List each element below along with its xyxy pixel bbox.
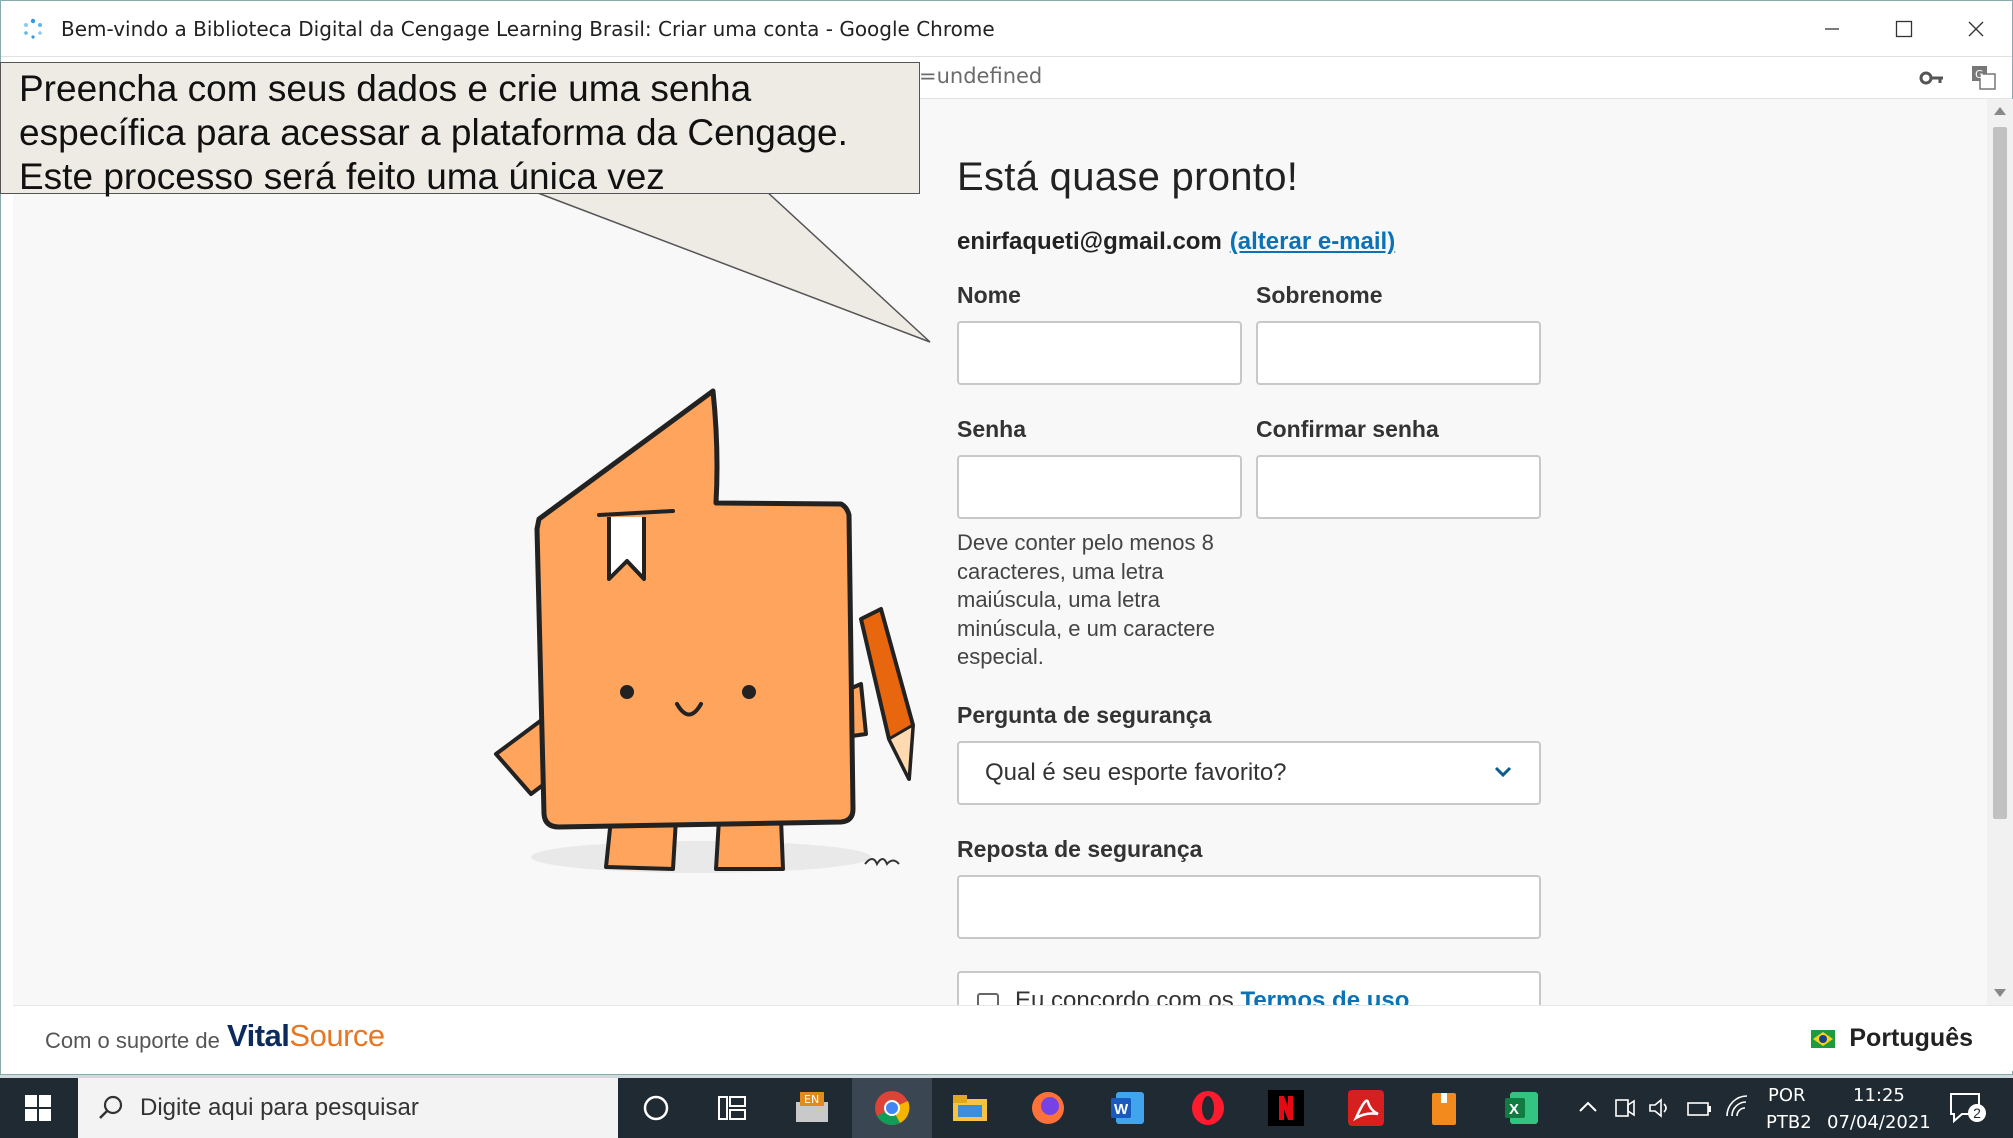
- account-email: enirfaqueti@gmail.com: [957, 228, 1222, 255]
- task-view-icon[interactable]: [712, 1088, 752, 1128]
- firefox-icon[interactable]: [1028, 1088, 1068, 1128]
- page-heading: Está quase pronto!: [957, 155, 1299, 199]
- language-label: Português: [1849, 1024, 1973, 1052]
- security-question-label: Pergunta de segurança: [957, 702, 1212, 728]
- page-footer: Com o suporte de VitalSource Português: [13, 1005, 2013, 1071]
- netflix-icon[interactable]: [1266, 1088, 1306, 1128]
- callout-join: [532, 189, 763, 193]
- password-hint: Deve conter pelo menos 8 caracteres, uma…: [957, 529, 1247, 672]
- change-email-link[interactable]: (alterar e-mail): [1230, 228, 1395, 255]
- close-button[interactable]: [1940, 1, 2012, 57]
- translate-icon[interactable]: G: [1971, 65, 1997, 91]
- mascot-illustration: [494, 388, 915, 873]
- password-field[interactable]: [957, 455, 1242, 519]
- logo-source: Source: [289, 1018, 385, 1053]
- page-scrollbar[interactable]: [1987, 99, 2013, 1005]
- terms-text: Eu concordo com os Termos de uso: [1015, 987, 1409, 1005]
- svg-text:X: X: [1509, 1101, 1519, 1118]
- svg-text:W: W: [1114, 1101, 1129, 1118]
- notification-count-badge: 2: [1968, 1104, 1986, 1122]
- callout-line: Preencha com seus dados e crie uma senha: [19, 68, 752, 109]
- powered-by-text: Com o suporte de: [45, 1028, 220, 1053]
- signup-form: Está quase pronto! enirfaqueti@gmail.com…: [957, 155, 1557, 256]
- password-hint-line: caracteres, uma letra: [957, 558, 1164, 584]
- first-name-label: Nome: [957, 282, 1021, 308]
- password-hint-line: minúscula, e um caractere: [957, 615, 1215, 641]
- terms-checkbox[interactable]: [977, 993, 999, 1005]
- search-placeholder: Digite aqui para pesquisar: [140, 1094, 419, 1121]
- chevron-down-icon: [1494, 766, 1512, 778]
- word-icon[interactable]: W: [1108, 1088, 1148, 1128]
- cortana-icon[interactable]: [636, 1088, 676, 1128]
- chrome-icon[interactable]: [872, 1088, 912, 1128]
- chevron-up-icon[interactable]: [1578, 1100, 1598, 1114]
- first-name-field[interactable]: [957, 321, 1242, 385]
- vitalsource-logo[interactable]: VitalSource: [227, 1018, 385, 1054]
- password-hint-line: maiúscula, uma letra: [957, 587, 1160, 612]
- language-bar-icon[interactable]: EN: [792, 1088, 832, 1128]
- security-question-select[interactable]: Qual é seu esporte favorito?: [957, 741, 1541, 805]
- confirm-password-label: Confirmar senha: [1256, 416, 1439, 442]
- security-answer-field[interactable]: [957, 875, 1541, 939]
- input-language[interactable]: POR: [1768, 1085, 1806, 1106]
- confirm-password-field[interactable]: [1256, 455, 1541, 519]
- maximize-icon: [1895, 20, 1913, 38]
- acrobat-icon[interactable]: [1346, 1088, 1386, 1128]
- email-line: enirfaqueti@gmail.com (alterar e-mail): [957, 228, 1557, 256]
- last-name-field[interactable]: [1256, 321, 1541, 385]
- svg-text:G: G: [1975, 68, 1984, 81]
- security-question-value: Qual é seu esporte favorito?: [985, 759, 1287, 786]
- clock-time[interactable]: 11:25: [1853, 1085, 1905, 1106]
- maximize-button[interactable]: [1868, 1, 1940, 57]
- meeting-icon[interactable]: [1614, 1096, 1636, 1120]
- minimize-icon: [1825, 28, 1839, 30]
- key-icon[interactable]: [1919, 67, 1945, 89]
- scroll-down-arrow-icon[interactable]: [1994, 989, 2006, 997]
- clock-date[interactable]: 07/04/2021: [1827, 1112, 1931, 1133]
- password-label: Senha: [957, 416, 1027, 442]
- battery-icon[interactable]: [1686, 1096, 1712, 1120]
- start-button[interactable]: [0, 1078, 76, 1138]
- volume-icon[interactable]: [1648, 1096, 1672, 1120]
- books-app-icon[interactable]: [1424, 1088, 1464, 1128]
- notifications-button[interactable]: 2: [1948, 1090, 1988, 1126]
- wifi-icon[interactable]: [1724, 1094, 1750, 1120]
- terms-link[interactable]: Termos de uso: [1240, 987, 1409, 1005]
- keyboard-layout[interactable]: PTB2: [1766, 1112, 1812, 1133]
- language-selector[interactable]: Português: [1811, 1024, 1973, 1053]
- en-badge: EN: [804, 1093, 819, 1106]
- scroll-up-arrow-icon[interactable]: [1994, 107, 2006, 115]
- close-icon: [1968, 21, 1984, 37]
- brazil-flag-icon: [1811, 1029, 1836, 1048]
- password-hint-line: Deve conter pelo menos 8: [957, 530, 1214, 555]
- logo-vital: Vital: [227, 1018, 290, 1053]
- windows-logo-icon: [25, 1095, 51, 1121]
- file-explorer-icon[interactable]: [950, 1088, 990, 1128]
- windows-taskbar: Digite aqui para pesquisar EN W X POR PT…: [0, 1078, 2013, 1138]
- terms-prefix: Eu concordo com os: [1015, 987, 1234, 1005]
- callout-text: Preencha com seus dados e crie uma senha…: [19, 67, 848, 199]
- scroll-thumb[interactable]: [1993, 127, 2007, 819]
- instruction-callout: Preencha com seus dados e crie uma senha…: [0, 62, 920, 197]
- opera-icon[interactable]: [1188, 1088, 1228, 1128]
- window-controls: [1796, 1, 2012, 57]
- search-icon: [99, 1095, 123, 1119]
- minimize-button[interactable]: [1796, 1, 1868, 57]
- last-name-label: Sobrenome: [1256, 282, 1383, 308]
- callout-line: específica para acessar a plataforma da …: [19, 112, 848, 153]
- security-answer-label: Reposta de segurança: [957, 836, 1203, 862]
- excel-icon[interactable]: X: [1502, 1088, 1542, 1128]
- password-hint-line: especial.: [957, 644, 1044, 669]
- terms-box: Eu concordo com os Termos de uso: [957, 971, 1541, 1005]
- taskbar-search[interactable]: Digite aqui para pesquisar: [78, 1078, 618, 1138]
